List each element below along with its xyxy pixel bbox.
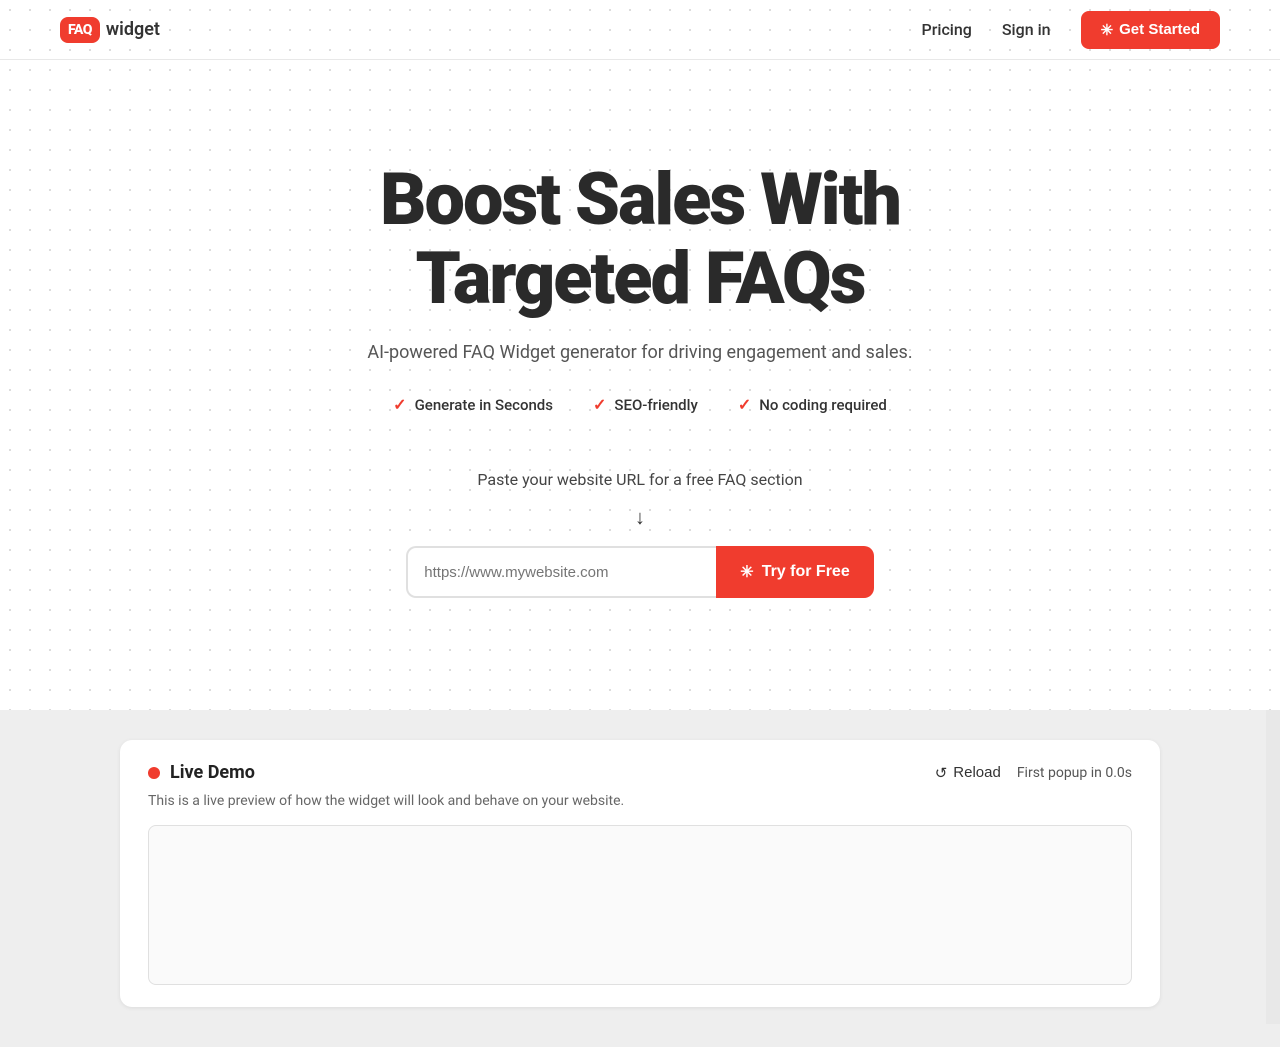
logo-box: FAQ: [60, 17, 100, 43]
hero-content: Boost Sales With Targeted FAQs AI-powere…: [0, 60, 1280, 658]
hero-subtitle: AI-powered FAQ Widget generator for driv…: [367, 342, 912, 363]
sparkle-icon: ✳: [1101, 21, 1114, 39]
hero-title: Boost Sales With Targeted FAQs: [380, 160, 900, 318]
get-started-button[interactable]: ✳ Get Started: [1081, 11, 1220, 49]
check-icon-3: ✓: [738, 395, 751, 414]
demo-card: Live Demo ↺ Reload First popup in 0.0s T…: [120, 740, 1160, 1007]
logo: FAQ widget: [60, 17, 160, 43]
check-icon-2: ✓: [593, 395, 606, 414]
nav-links: Pricing Sign in ✳ Get Started: [922, 11, 1221, 49]
demo-section: Live Demo ↺ Reload First popup in 0.0s T…: [0, 710, 1280, 1047]
url-input[interactable]: [406, 546, 716, 598]
demo-title-row: Live Demo: [148, 762, 255, 783]
demo-header: Live Demo ↺ Reload First popup in 0.0s: [148, 762, 1132, 783]
badge-seo: ✓ SEO-friendly: [593, 395, 698, 414]
signin-link[interactable]: Sign in: [1002, 20, 1051, 39]
navbar: FAQ widget Pricing Sign in ✳ Get Started: [0, 0, 1280, 60]
logo-word: widget: [106, 19, 160, 40]
sparkle-icon-btn: ✳: [740, 562, 753, 582]
pricing-link[interactable]: Pricing: [922, 20, 972, 39]
feature-badges: ✓ Generate in Seconds ✓ SEO-friendly ✓ N…: [393, 395, 887, 414]
demo-controls: ↺ Reload First popup in 0.0s: [935, 764, 1132, 782]
live-dot: [148, 767, 160, 779]
badge-nocoding: ✓ No coding required: [738, 395, 887, 414]
demo-preview: [148, 825, 1132, 985]
demo-title: Live Demo: [170, 762, 255, 783]
url-hint: Paste your website URL for a free FAQ se…: [477, 470, 802, 489]
badge-generate: ✓ Generate in Seconds: [393, 395, 553, 414]
demo-description: This is a live preview of how the widget…: [148, 793, 1132, 809]
arrow-down-icon: ↓: [635, 505, 645, 530]
reload-icon: ↺: [935, 764, 948, 782]
try-free-button[interactable]: ✳ Try for Free: [716, 546, 873, 598]
reload-button[interactable]: ↺ Reload: [935, 764, 1001, 782]
popup-timer: First popup in 0.0s: [1017, 765, 1132, 781]
hero-section: FAQ widget Pricing Sign in ✳ Get Started…: [0, 0, 1280, 710]
url-section: Paste your website URL for a free FAQ se…: [406, 470, 873, 598]
check-icon-1: ✓: [393, 395, 406, 414]
url-input-row: ✳ Try for Free: [406, 546, 873, 598]
